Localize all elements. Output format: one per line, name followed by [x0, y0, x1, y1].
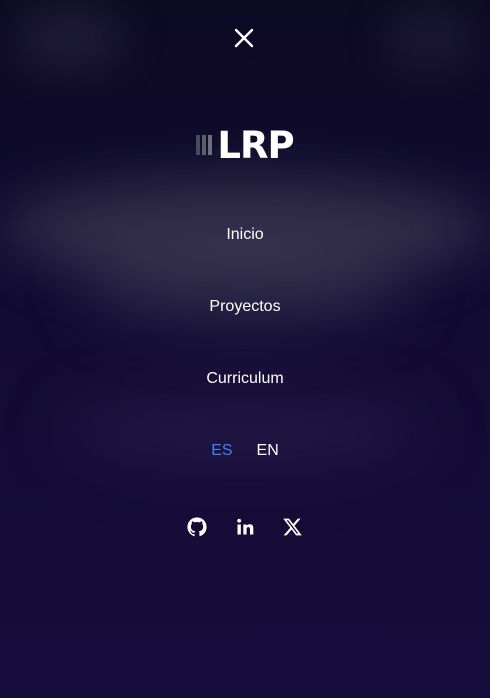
background-glow	[385, 8, 475, 68]
nav-item-label: Proyectos	[209, 298, 281, 315]
background-glow	[15, 8, 125, 68]
logo-bar	[196, 135, 201, 155]
nav-item-label: Curriculum	[206, 370, 284, 387]
language-option-en[interactable]: EN	[257, 441, 279, 461]
github-icon	[187, 517, 207, 537]
language-switcher: ES EN	[0, 441, 490, 461]
social-links	[0, 517, 490, 537]
linkedin-link[interactable]	[235, 517, 255, 537]
close-menu-button[interactable]	[230, 24, 258, 52]
close-icon	[234, 28, 254, 48]
github-link[interactable]	[187, 517, 207, 537]
x-icon	[283, 518, 302, 536]
x-link[interactable]	[283, 517, 303, 537]
nav-item-label: Inicio	[226, 226, 264, 243]
language-option-es[interactable]: ES	[211, 441, 232, 461]
logo-bars-icon	[196, 135, 213, 155]
logo-text: LRP	[217, 123, 294, 167]
logo-bar	[202, 135, 207, 155]
nav-item-proyectos[interactable]: Proyectos	[0, 297, 490, 317]
site-logo[interactable]: LRP	[0, 122, 490, 168]
linkedin-icon	[237, 518, 254, 535]
nav-item-inicio[interactable]: Inicio	[0, 225, 490, 245]
background-glow	[80, 240, 410, 335]
logo-bar	[208, 135, 213, 155]
nav-item-curriculum[interactable]: Curriculum	[0, 369, 490, 389]
